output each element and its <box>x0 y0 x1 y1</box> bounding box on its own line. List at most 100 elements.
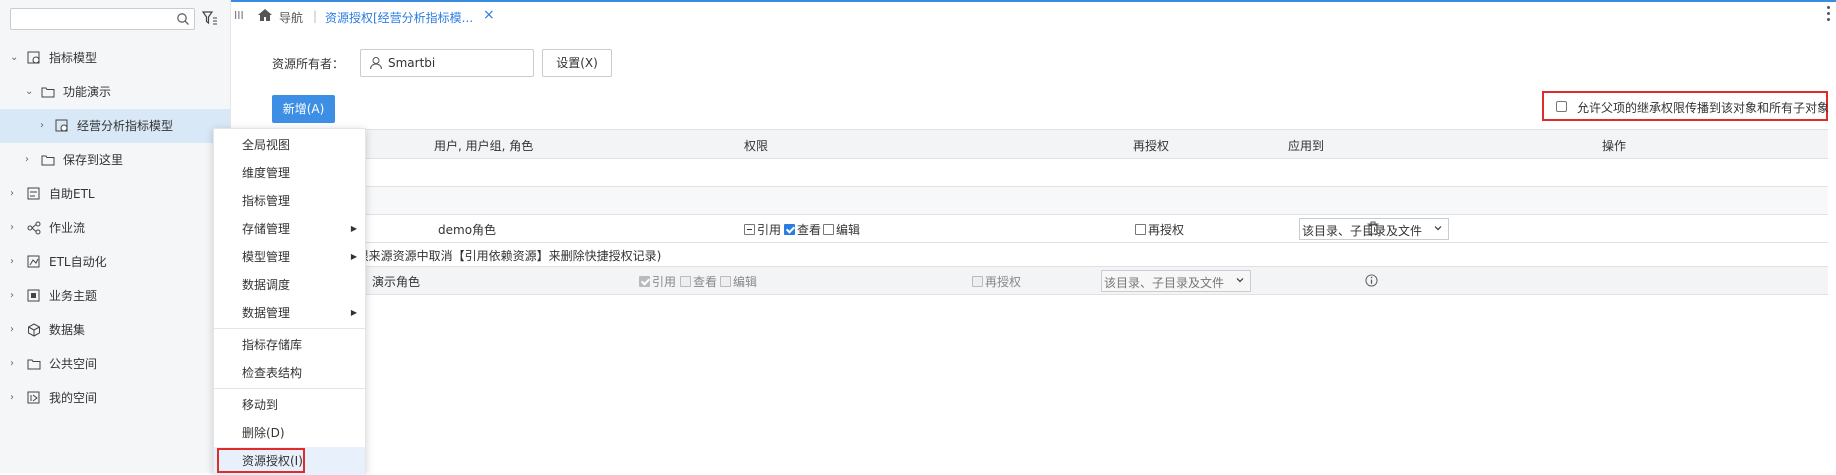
my-space-icon <box>27 391 40 404</box>
chevron-down-icon[interactable]: ⌄ <box>25 77 35 107</box>
col-header-permission: 权限 <box>744 139 769 153</box>
chevron-right-icon[interactable]: › <box>10 213 20 243</box>
table-row[interactable]: demo角色 引用 查看 编辑 再授权 该目录、子目录及文件 <box>358 215 1828 243</box>
perm-reference: 引用 <box>639 273 676 290</box>
chevron-right-icon[interactable]: › <box>10 179 20 209</box>
etl-auto-icon <box>27 255 40 268</box>
user-icon <box>370 57 382 70</box>
home-icon[interactable] <box>257 8 273 22</box>
regrant-checkbox[interactable]: 再授权 <box>1135 221 1184 238</box>
business-theme-icon <box>27 289 40 302</box>
submenu-arrow-icon: ▶ <box>350 308 357 317</box>
table-row[interactable]: 演示角色 引用 查看 编辑 再授权 该目录、子目录及文件 <box>358 267 1828 295</box>
tree-item-label: 公共空间 <box>49 357 98 371</box>
model-icon <box>55 119 68 132</box>
tree-item-label: 指标模型 <box>49 51 98 65</box>
tree-item-label: 业务主题 <box>49 289 98 303</box>
close-icon[interactable]: × <box>483 7 495 23</box>
inherit-checkbox[interactable] <box>1556 101 1567 112</box>
chevron-right-icon[interactable]: › <box>10 383 20 413</box>
perm-view[interactable]: 查看 <box>784 221 821 238</box>
menu-item-delete[interactable]: 删除(D) <box>214 419 365 447</box>
regrant-checkbox: 再授权 <box>972 273 1021 290</box>
tree-item-self-etl[interactable]: › 自助ETL <box>0 179 230 209</box>
row-name: demo角色 <box>438 223 497 237</box>
tree-item-feature-demo[interactable]: ⌄ 功能演示 <box>0 77 230 107</box>
permission-table: 用户, 用户组, 角色 权限 再授权 应用到 操作 demo角色 引用 查看 编… <box>316 129 1828 299</box>
chevron-right-icon[interactable]: › <box>40 111 50 141</box>
submenu-arrow-icon: ▶ <box>350 252 357 261</box>
menu-item-move-to[interactable]: 移动到 <box>214 391 365 419</box>
perm-edit[interactable]: 编辑 <box>823 221 860 238</box>
folder-icon <box>41 155 55 166</box>
menu-item-resource-auth[interactable]: 资源授权(I) <box>214 447 365 475</box>
delete-icon[interactable] <box>1366 221 1380 235</box>
add-button[interactable]: 新增(A) <box>272 95 335 123</box>
search-input[interactable] <box>10 8 195 30</box>
folder-icon <box>41 87 55 98</box>
apply-to-value: 该目录、子目录及文件 <box>1302 224 1423 238</box>
menu-item-check-schema[interactable]: 检查表结构 <box>214 359 365 387</box>
info-icon[interactable] <box>1365 274 1378 287</box>
tree-item-indicator-model[interactable]: ⌄ 指标模型 <box>0 43 230 73</box>
tree-item-dataset[interactable]: › 数据集 <box>0 315 230 345</box>
tree-item-save-here[interactable]: › 保存到这里 <box>0 145 230 175</box>
tree-item-my-space[interactable]: › 我的空间 <box>0 383 230 413</box>
tree-item-label: 自助ETL <box>49 187 95 201</box>
table-row-note: (可在权限来源资源中取消【引用依赖资源】来删除快捷授权记录) <box>316 243 1828 267</box>
col-header-users: 用户, 用户组, 角色 <box>434 139 534 153</box>
tree-item-workflow[interactable]: › 作业流 <box>0 213 230 243</box>
tree-item-label: 功能演示 <box>63 85 112 99</box>
owner-label: 资源所有者： <box>272 57 345 71</box>
shortcut-note: (可在权限来源资源中取消【引用依赖资源】来删除快捷授权记录) <box>316 249 662 263</box>
dataset-icon <box>28 323 40 337</box>
workflow-icon <box>27 221 41 235</box>
menu-item-storage-mgmt[interactable]: 存储管理 ▶ <box>214 215 365 243</box>
perm-edit: 编辑 <box>720 273 757 290</box>
tree-item-business-theme[interactable]: › 业务主题 <box>0 281 230 311</box>
apply-to-select: 该目录、子目录及文件 <box>1101 270 1251 292</box>
set-owner-button[interactable]: 设置(X) <box>542 49 612 77</box>
more-vertical-icon[interactable] <box>1827 6 1830 21</box>
owner-field[interactable]: Smartbi <box>360 49 534 77</box>
tree-item-etl-automation[interactable]: › ETL自动化 <box>0 247 230 277</box>
tab-menu-icon[interactable]: III <box>234 9 244 22</box>
menu-item-global-view[interactable]: 全局视图 <box>214 131 365 159</box>
chevron-down-icon[interactable]: ⌄ <box>10 43 20 73</box>
menu-item-indicator-repo[interactable]: 指标存储库 <box>214 331 365 359</box>
chevron-down-icon <box>1236 278 1244 283</box>
chevron-right-icon[interactable]: › <box>25 145 35 175</box>
submenu-arrow-icon: ▶ <box>350 224 357 233</box>
col-header-action: 操作 <box>1602 139 1627 153</box>
chevron-right-icon[interactable]: › <box>10 281 20 311</box>
table-row-blank <box>358 159 1828 187</box>
col-header-apply-to: 应用到 <box>1288 139 1325 153</box>
perm-reference[interactable]: 引用 <box>744 221 781 238</box>
tree-item-label: ETL自动化 <box>49 255 107 269</box>
tree-item-label: 保存到这里 <box>63 153 124 167</box>
tab-separator: | <box>313 9 318 23</box>
inherit-permission-option: 允许父项的继承权限传播到该对象和所有子对象 <box>1542 91 1830 121</box>
tab-bar: III 导航 | 资源授权[经营分析指标模... × <box>231 0 1836 32</box>
menu-item-indicator-mgmt[interactable]: 指标管理 <box>214 187 365 215</box>
sidebar: ⌄ 指标模型 ⌄ 功能演示 › 经营分析指标模型 › 保存到这里 › 自助ETL… <box>0 0 231 473</box>
tree-item-public-space[interactable]: › 公共空间 <box>0 349 230 379</box>
tab-nav[interactable]: 导航 <box>279 9 303 26</box>
perm-view: 查看 <box>680 273 717 290</box>
chevron-right-icon[interactable]: › <box>10 349 20 379</box>
inherit-label: 允许父项的继承权限传播到该对象和所有子对象 <box>1577 101 1830 115</box>
tab-resource-auth[interactable]: 资源授权[经营分析指标模... <box>325 9 473 26</box>
filter-icon[interactable] <box>202 10 218 26</box>
menu-item-data-mgmt[interactable]: 数据管理 ▶ <box>214 299 365 327</box>
context-menu: 全局视图 维度管理 指标管理 存储管理 ▶ 模型管理 ▶ 数据调度 数据管理 ▶ 指标… <box>213 128 366 475</box>
chevron-right-icon[interactable]: › <box>10 247 20 277</box>
menu-item-model-mgmt[interactable]: 模型管理 ▶ <box>214 243 365 271</box>
tree-item-label: 经营分析指标模型 <box>77 119 174 133</box>
chevron-right-icon[interactable]: › <box>10 315 20 345</box>
menu-item-dimension-mgmt[interactable]: 维度管理 <box>214 159 365 187</box>
menu-divider <box>214 388 365 389</box>
search-icon[interactable] <box>176 12 190 26</box>
tree-item-business-analysis-model[interactable]: › 经营分析指标模型 <box>0 111 230 141</box>
col-header-regrant: 再授权 <box>1133 139 1170 153</box>
menu-item-data-schedule[interactable]: 数据调度 <box>214 271 365 299</box>
